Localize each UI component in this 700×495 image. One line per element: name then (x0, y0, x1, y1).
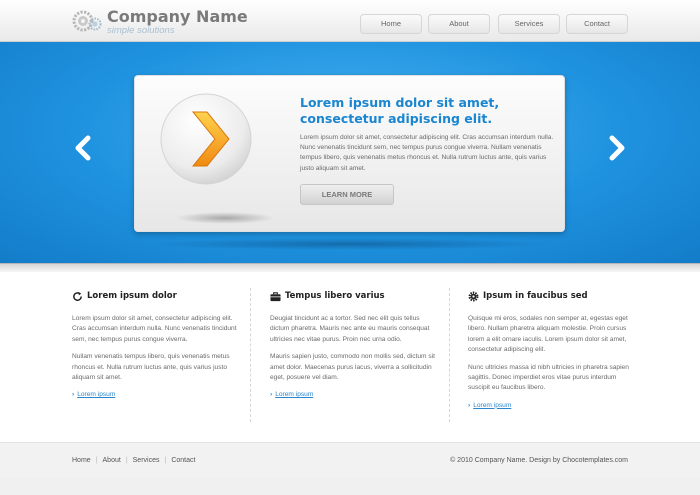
chevron-right-icon: › (270, 391, 273, 399)
header: Company Name simple solutions Home About… (0, 0, 700, 42)
chevron-right-icon[interactable] (602, 134, 630, 162)
footer-nav: Home | About | Services | Contact (72, 457, 195, 464)
column-title: Lorem ipsum dolor (87, 291, 177, 301)
feature-column-1: Lorem ipsum dolor Lorem ipsum dolor sit … (72, 290, 242, 398)
chevron-right-icon: › (72, 391, 75, 399)
footer-separator: | (95, 457, 98, 464)
hero-bottom-bar (0, 263, 700, 272)
column-header: Ipsum in faucibus sed (468, 290, 638, 304)
column-paragraph: Quisque mi eros, sodales non semper at, … (468, 315, 628, 354)
footer-separator: | (125, 457, 128, 464)
footer-link-services[interactable]: Services (133, 457, 160, 464)
column-header: Tempus libero varius (270, 290, 440, 304)
column-link-label: Lorem ipsum (473, 401, 512, 409)
chevron-left-icon[interactable] (70, 134, 98, 162)
column-link[interactable]: › Lorem ipsum (468, 402, 638, 409)
orange-arrow-orb-icon (160, 93, 252, 185)
footer-link-home[interactable]: Home (72, 457, 91, 464)
column-paragraph: Lorem ipsum dolor sit amet, consectetur … (72, 315, 237, 343)
hero-shadow (150, 238, 550, 250)
footer: Home | About | Services | Contact © 2010 Compa… (0, 442, 700, 477)
column-divider (449, 288, 450, 422)
column-paragraph: Deugiat tincidunt ac a tortor. Sed nec e… (270, 315, 430, 343)
nav-services[interactable]: Services (498, 14, 560, 34)
gear-icon (468, 291, 479, 302)
column-title: Tempus libero varius (285, 291, 385, 301)
logo[interactable]: Company Name simple solutions (72, 6, 248, 38)
page-bottom (0, 477, 700, 495)
orb-shadow (175, 212, 275, 224)
briefcase-icon (270, 292, 281, 302)
column-link-label: Lorem ipsum (275, 391, 314, 399)
company-tagline: simple solutions (107, 25, 175, 36)
chevron-right-icon: › (468, 401, 471, 409)
nav-contact[interactable]: Contact (566, 14, 628, 34)
company-name: Company Name (107, 7, 248, 26)
featured-slide: Lorem ipsum dolor sit amet, consectetur … (134, 75, 565, 232)
content-section: Lorem ipsum dolor Lorem ipsum dolor sit … (0, 272, 700, 442)
column-link[interactable]: › Lorem ipsum (72, 391, 242, 398)
feature-column-2: Tempus libero varius Deugiat tincidunt a… (270, 290, 440, 398)
footer-copyright: © 2010 Company Name. Design by Chocotemp… (450, 457, 628, 464)
footer-separator: | (164, 457, 167, 464)
feature-column-3: Ipsum in faucibus sed Quisque mi eros, s… (468, 290, 638, 409)
column-paragraph: Mauris sapien justo, commodo non mollis … (270, 353, 435, 382)
gears-icon (72, 10, 102, 32)
slide-title: Lorem ipsum dolor sit amet, consectetur … (300, 95, 500, 126)
refresh-icon (73, 291, 82, 301)
column-link-label: Lorem ipsum (77, 391, 116, 399)
column-header: Lorem ipsum dolor (72, 290, 242, 304)
column-link[interactable]: › Lorem ipsum (270, 391, 440, 398)
nav-home[interactable]: Home (360, 14, 422, 34)
column-paragraph: Nunc ultricies massa id nibh ultricies i… (468, 363, 629, 392)
column-paragraph: Nullam venenatis tempus libero, quis ven… (72, 353, 230, 382)
footer-link-contact[interactable]: Contact (171, 457, 195, 464)
column-divider (250, 288, 251, 422)
footer-link-about[interactable]: About (103, 457, 121, 464)
slide-text: Lorem ipsum dolor sit amet, consectetur … (300, 134, 554, 172)
nav-about[interactable]: About (428, 14, 490, 34)
learn-more-button[interactable]: LEARN MORE (300, 184, 394, 205)
column-title: Ipsum in faucibus sed (483, 291, 588, 301)
